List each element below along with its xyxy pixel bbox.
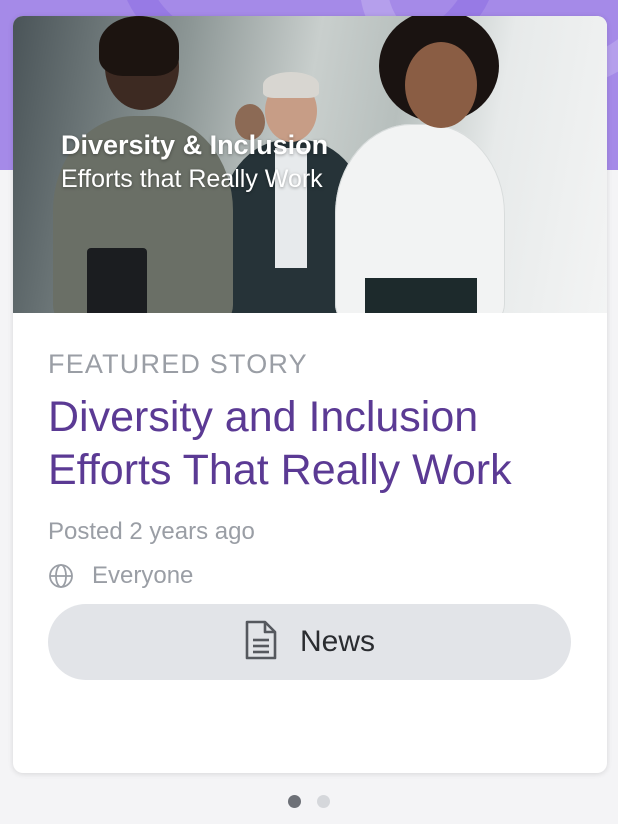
news-type-label: News xyxy=(299,625,375,658)
story-eyebrow: FEATURED STORY xyxy=(48,349,308,379)
news-type-button[interactable]: News xyxy=(48,604,571,680)
featured-story-card[interactable]: Diversity & Inclusion Efforts that Reall… xyxy=(13,16,607,773)
hero-title-line-2: Efforts that Really Work xyxy=(61,165,323,193)
story-hero-image[interactable]: Diversity & Inclusion Efforts that Reall… xyxy=(13,16,607,313)
hero-title-line-1: Diversity & Inclusion xyxy=(61,130,329,160)
story-headline[interactable]: Diversity and Inclusion Efforts That Rea… xyxy=(48,391,572,497)
carousel-dot-1[interactable] xyxy=(288,795,301,808)
audience-row: Everyone xyxy=(48,561,572,591)
story-content: FEATURED STORY Diversity and Inclusion E… xyxy=(13,313,607,680)
document-icon xyxy=(244,619,278,666)
audience-label: Everyone xyxy=(92,562,194,589)
globe-icon xyxy=(48,563,74,589)
hero-title-overlay: Diversity & Inclusion Efforts that Reall… xyxy=(61,128,328,196)
carousel-pagination xyxy=(0,795,618,808)
carousel-dot-2[interactable] xyxy=(317,795,330,808)
posted-time: Posted 2 years ago xyxy=(48,518,255,545)
